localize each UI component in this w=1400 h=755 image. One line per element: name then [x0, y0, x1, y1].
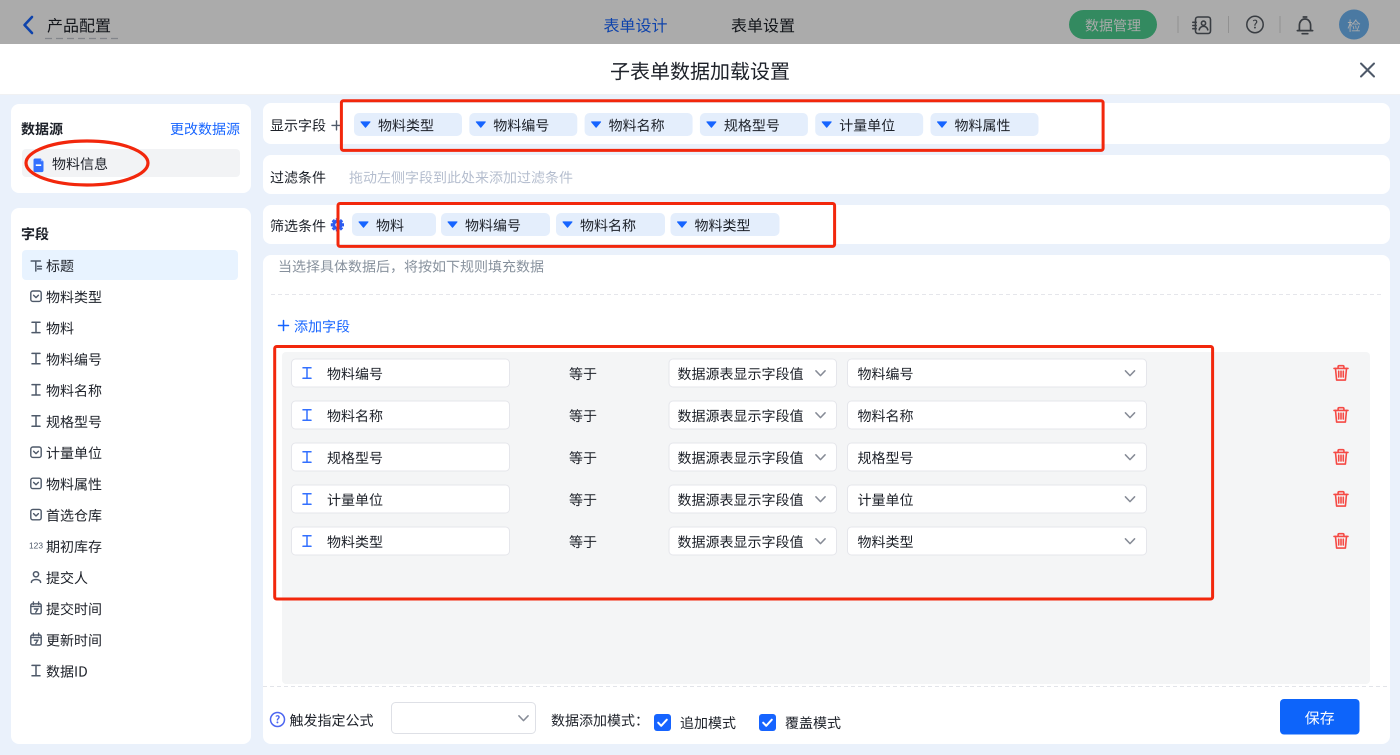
svg-text:123: 123 — [29, 541, 43, 551]
